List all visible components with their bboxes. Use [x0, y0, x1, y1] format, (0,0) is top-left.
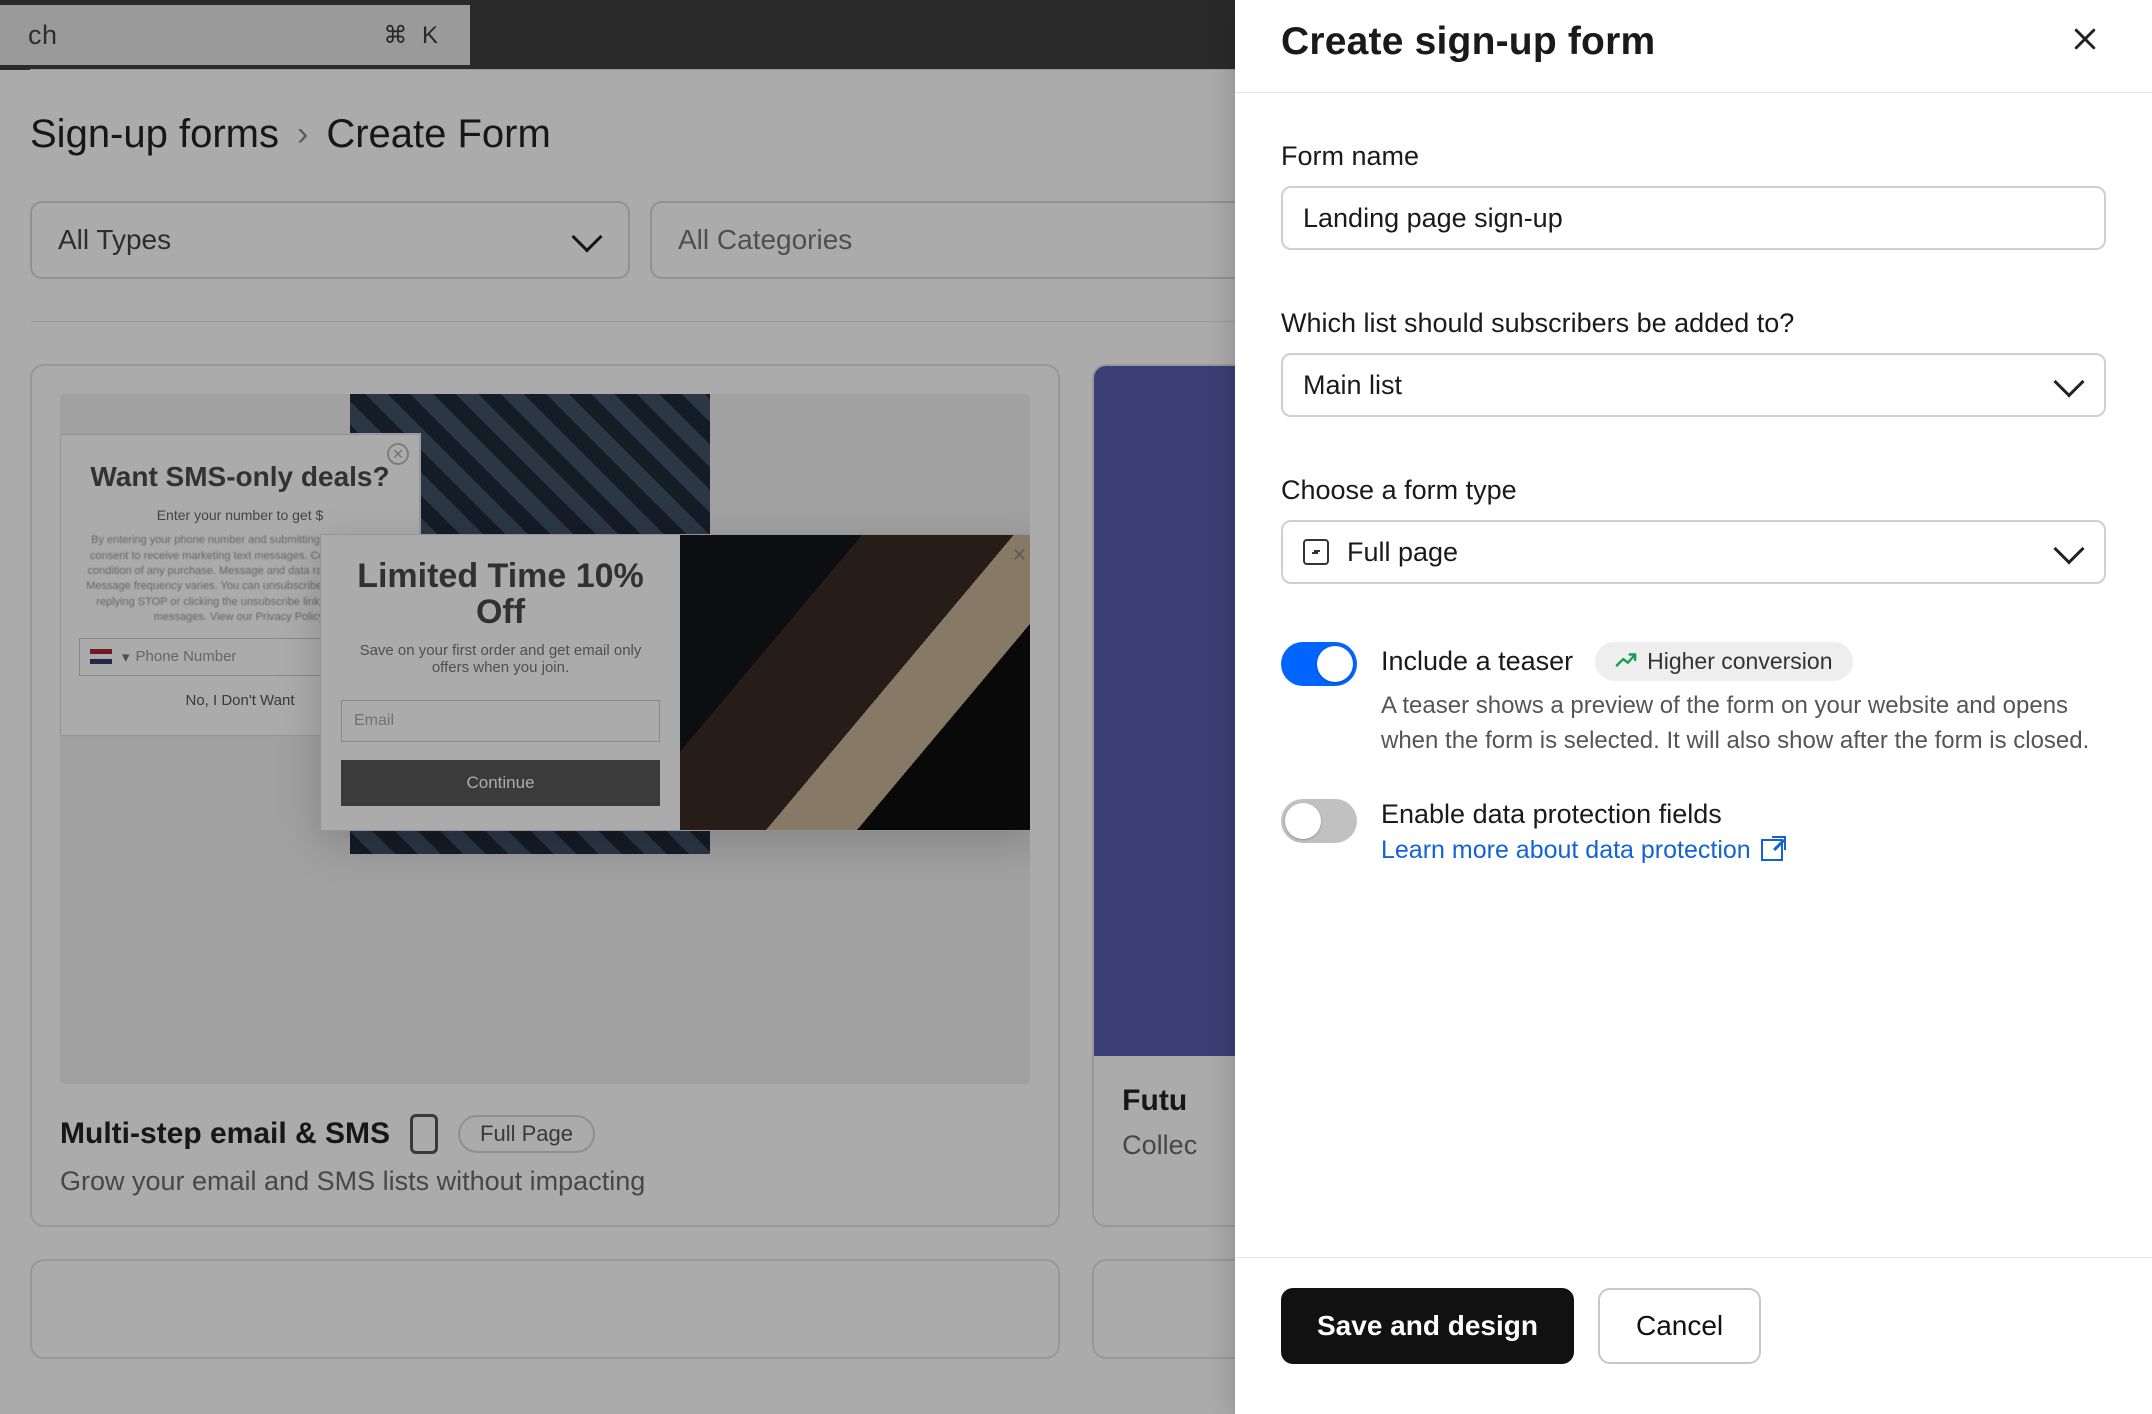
list-label: Which list should subscribers be added t…: [1281, 308, 2106, 339]
list-select-value: Main list: [1303, 370, 1402, 401]
list-select[interactable]: Main list: [1281, 353, 2106, 417]
gdpr-learn-more-link[interactable]: Learn more about data protection: [1381, 836, 1783, 865]
badge-text: Higher conversion: [1647, 648, 1832, 675]
create-form-sheet: Create sign-up form Form name Which list…: [1235, 0, 2152, 1414]
cancel-button[interactable]: Cancel: [1598, 1288, 1761, 1364]
teaser-toggle[interactable]: [1281, 642, 1357, 686]
higher-conversion-badge: Higher conversion: [1595, 642, 1852, 681]
teaser-title: Include a teaser: [1381, 646, 1573, 677]
form-name-input[interactable]: [1281, 186, 2106, 250]
trend-up-icon: [1615, 649, 1637, 675]
link-text: Learn more about data protection: [1381, 836, 1751, 865]
external-link-icon: [1761, 839, 1783, 861]
form-type-label: Choose a form type: [1281, 475, 2106, 506]
form-type-value: Full page: [1347, 537, 1458, 568]
form-type-select[interactable]: Full page: [1281, 520, 2106, 584]
save-and-design-button[interactable]: Save and design: [1281, 1288, 1574, 1364]
gdpr-toggle[interactable]: [1281, 799, 1357, 843]
sheet-title: Create sign-up form: [1281, 20, 1655, 64]
form-name-label: Form name: [1281, 141, 2106, 172]
full-page-icon: [1303, 539, 1329, 565]
close-icon: [2070, 24, 2100, 54]
close-button[interactable]: [2064, 18, 2106, 66]
chevron-down-icon: [2053, 366, 2084, 397]
chevron-down-icon: [2053, 533, 2084, 564]
teaser-description: A teaser shows a preview of the form on …: [1381, 689, 2106, 759]
gdpr-title: Enable data protection fields: [1381, 799, 2106, 830]
